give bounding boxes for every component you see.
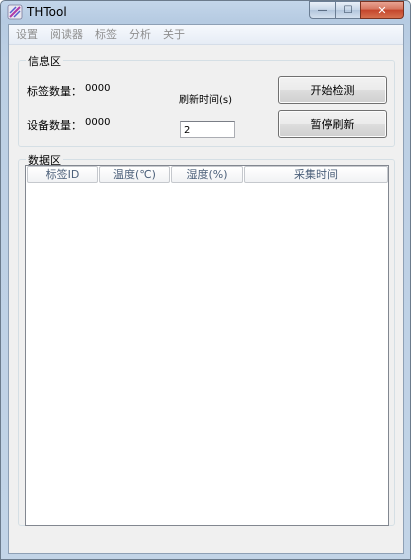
refresh-time-label: 刷新时间(s) <box>179 95 233 106</box>
refresh-time-input[interactable]: 2 <box>180 121 235 138</box>
data-group: 数据区 标签ID 温度(℃) 湿度(%) 采集时间 <box>18 152 395 526</box>
column-collect-time[interactable]: 采集时间 <box>244 166 388 183</box>
data-list-view[interactable]: 标签ID 温度(℃) 湿度(%) 采集时间 <box>25 165 389 526</box>
info-group-title: 信息区 <box>26 53 63 69</box>
info-group: 信息区 标签数量： 0000 设备数量： 0000 刷新时间(s) 2 开始检测… <box>18 53 395 147</box>
maximize-button[interactable]: ☐ <box>335 1 360 19</box>
title-bar[interactable]: THTool — ☐ ✕ <box>1 1 410 23</box>
menu-bar: 设置 阅读器 标签 分析 关于 <box>9 25 403 45</box>
menu-tags[interactable]: 标签 <box>89 25 123 44</box>
app-window: THTool — ☐ ✕ 设置 阅读器 标签 分析 关于 信息区 标签数量： 0… <box>0 0 411 560</box>
minimize-icon: — <box>317 4 328 16</box>
client-area: 设置 阅读器 标签 分析 关于 信息区 标签数量： 0000 设备数量： 000… <box>8 24 404 554</box>
menu-analysis[interactable]: 分析 <box>123 25 157 44</box>
start-detect-button[interactable]: 开始检测 <box>278 76 387 104</box>
caption-buttons: — ☐ ✕ <box>309 1 404 19</box>
close-button[interactable]: ✕ <box>360 1 404 19</box>
window-title: THTool <box>27 5 67 19</box>
column-temperature[interactable]: 温度(℃) <box>99 166 170 183</box>
column-tag-id[interactable]: 标签ID <box>27 166 98 183</box>
pause-refresh-button[interactable]: 暂停刷新 <box>278 110 387 138</box>
column-humidity[interactable]: 湿度(%) <box>171 166 243 183</box>
close-icon: ✕ <box>377 3 387 17</box>
tag-count-value: 0000 <box>85 83 111 94</box>
app-icon <box>7 4 23 20</box>
maximize-icon: ☐ <box>343 4 353 16</box>
minimize-button[interactable]: — <box>309 1 335 19</box>
menu-about[interactable]: 关于 <box>157 25 191 44</box>
tag-count-label: 标签数量： <box>27 85 82 98</box>
device-count-value: 0000 <box>85 117 111 128</box>
device-count-label: 设备数量： <box>27 119 82 132</box>
list-header: 标签ID 温度(℃) 湿度(%) 采集时间 <box>26 166 388 183</box>
menu-settings[interactable]: 设置 <box>10 25 44 44</box>
menu-reader[interactable]: 阅读器 <box>44 25 89 44</box>
